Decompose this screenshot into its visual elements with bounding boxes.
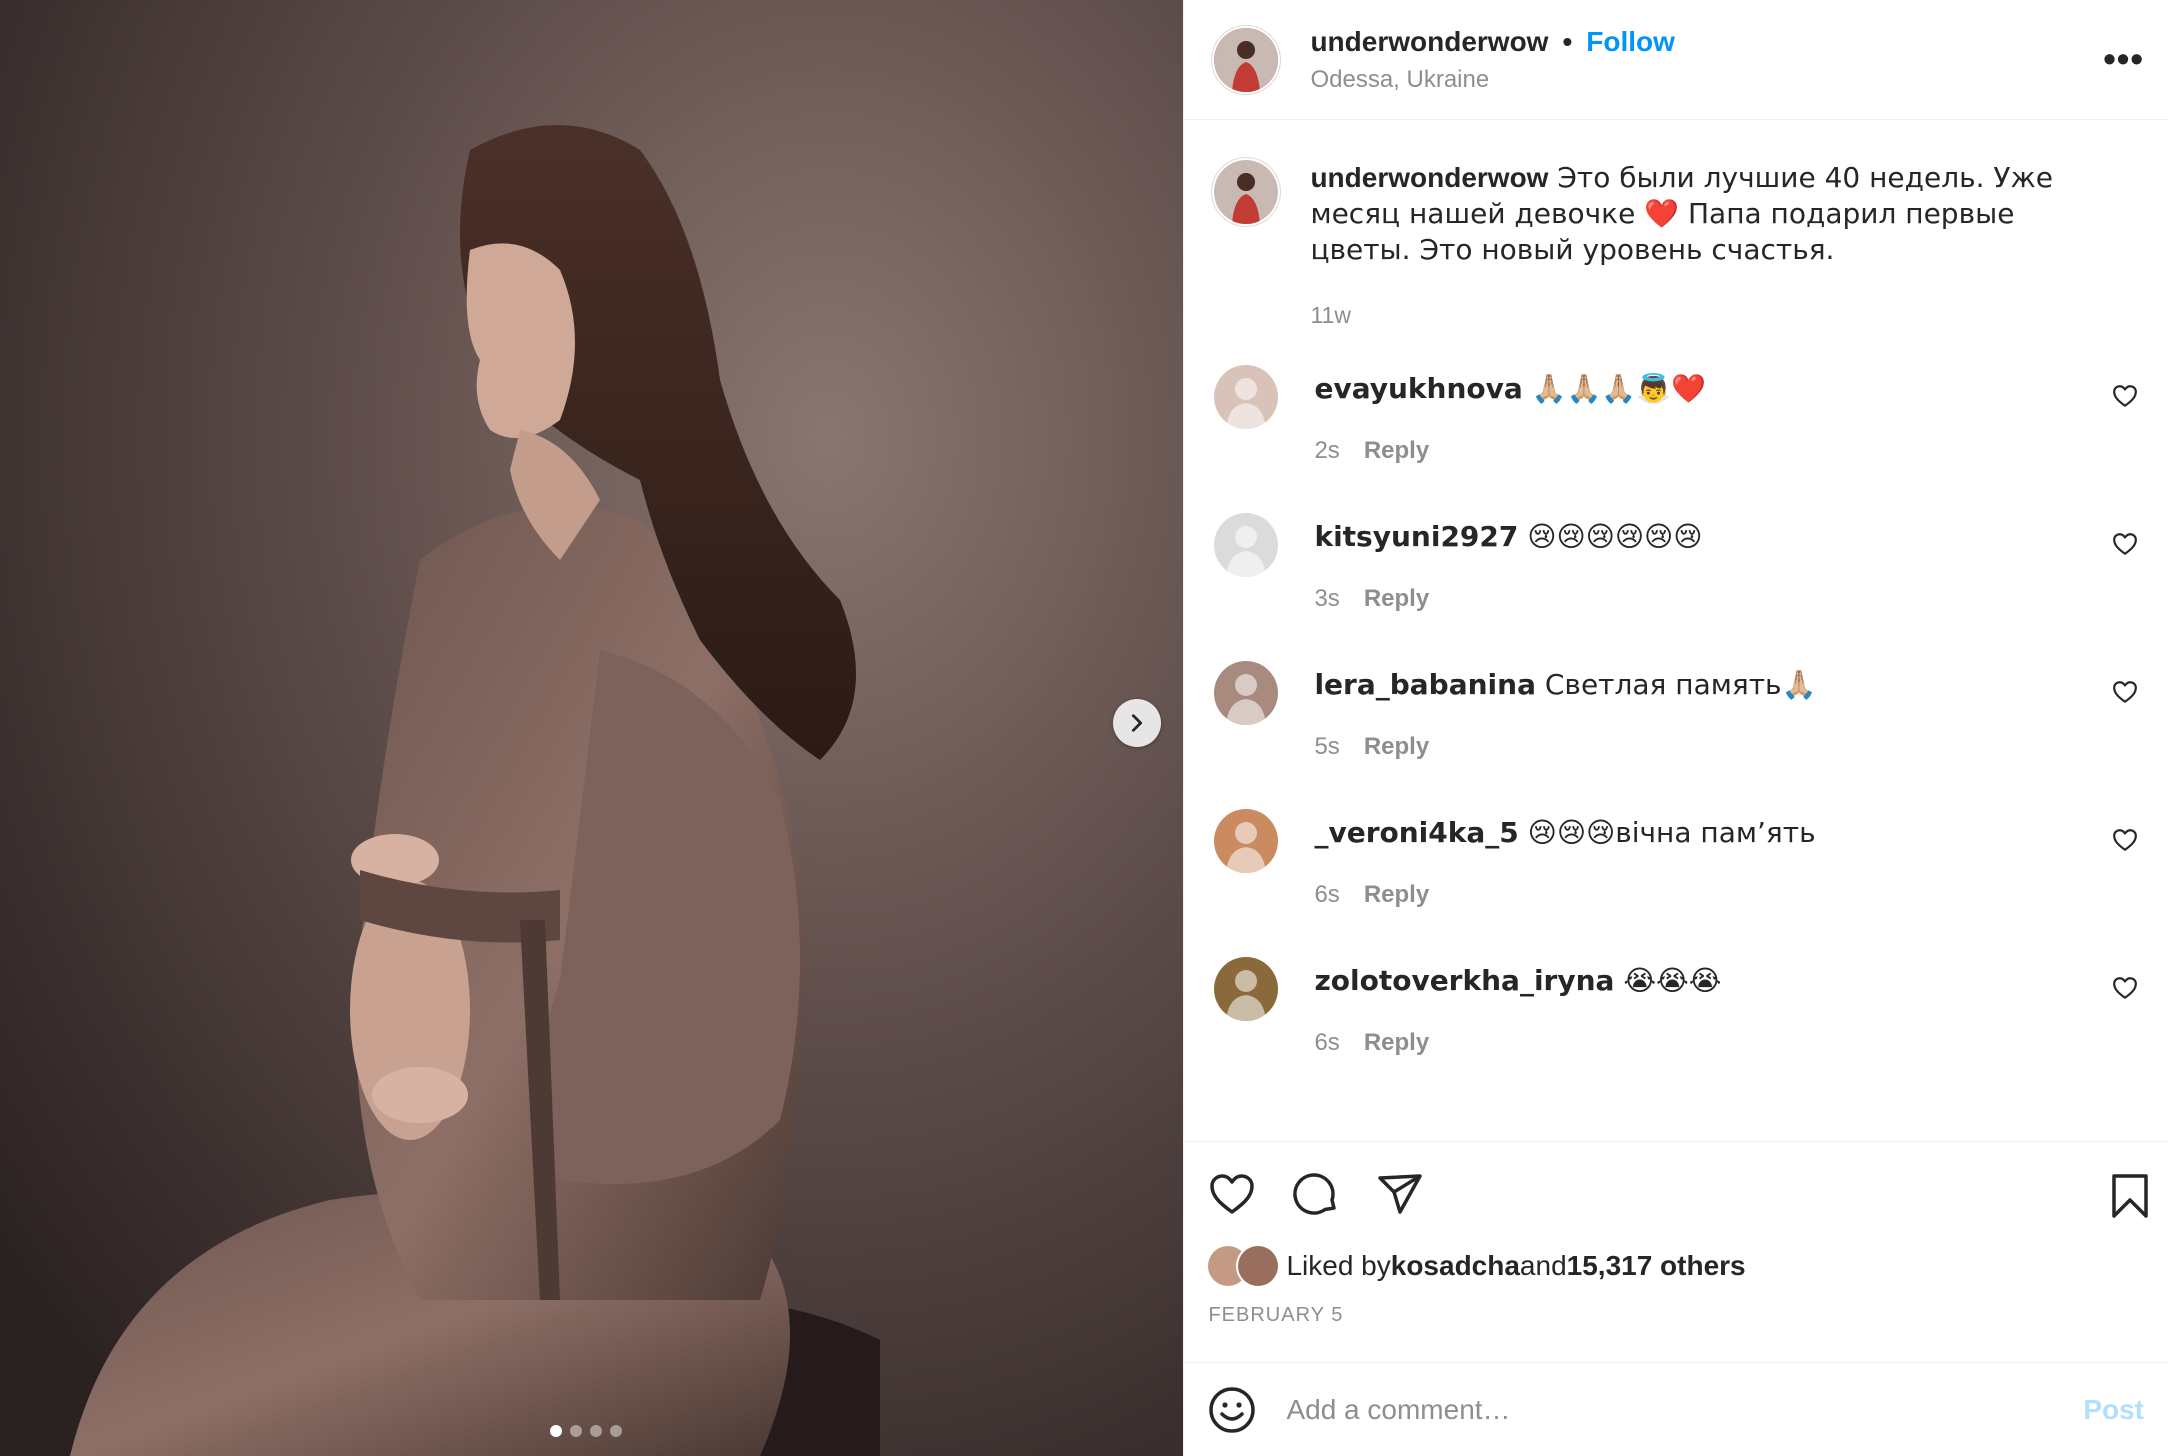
post-date[interactable]: FEBRUARY 5 [1184,1286,2168,1327]
caption-age[interactable]: 11w [1310,302,2120,329]
comment-item: _veroni4ka_5 😢😢😢вічна пам’ять 6s Reply [1214,809,2138,957]
instagram-post-view: underwonderwow • Follow Odessa, Ukraine … [0,0,2168,1456]
share-icon [1378,1174,1423,1214]
heart-icon [2113,385,2137,407]
add-comment-bar: Post [1184,1362,2168,1456]
comment-item: lera_babanina Светлая память🙏🏼 5s Reply [1214,661,2138,809]
post-location[interactable]: Odessa, Ukraine [1310,66,1674,94]
comment-like-button[interactable] [2112,531,2138,562]
likes-summary: Liked by kosadcha and 15,317 others [1184,1218,2168,1286]
emoji-picker-button[interactable] [1208,1386,1256,1434]
bookmark-button[interactable] [2110,1172,2150,1225]
comment-text: 🙏🏼🙏🏼🙏🏼👼❤️ [1522,372,1707,405]
header-separator: • [1562,25,1573,57]
avatar-person-icon [1214,160,1279,224]
commenter-username[interactable]: _veroni4ka_5 [1314,816,1518,849]
author-username[interactable]: underwonderwow [1310,26,1548,58]
comments-list[interactable]: underwonderwow Это были лучшие 40 недель… [1184,120,2168,1141]
likes-user[interactable]: kosadcha [1391,1250,1520,1282]
post-header: underwonderwow • Follow Odessa, Ukraine … [1184,0,2168,120]
carousel-dot-active [550,1425,562,1437]
share-button[interactable] [1376,1170,1424,1218]
commenter-avatar[interactable] [1214,957,1279,1021]
heart-icon [2113,829,2137,851]
reply-button[interactable]: Reply [1364,585,1429,613]
likes-conjunction: and [1519,1250,1567,1281]
heart-icon [2113,533,2137,555]
comment-age[interactable]: 3s [1314,585,1339,613]
follow-button[interactable]: Follow [1586,26,1675,58]
comment-age[interactable]: 5s [1314,733,1339,761]
comment-text: 😢😢😢вічна пам’ять [1518,816,1816,849]
avatar-person-icon [1226,674,1267,725]
caption-author-avatar[interactable] [1214,160,1279,224]
comment-rows: evayukhnova 🙏🏼🙏🏼🙏🏼👼❤️ 2s Reply kitsyuni2927… [1214,365,2138,1105]
comment-text: 😭😭😭 [1614,964,1722,997]
reply-button[interactable]: Reply [1364,881,1429,909]
comment-age[interactable]: 6s [1314,1029,1339,1057]
avatar-person-icon [1226,378,1267,429]
comment-like-button[interactable] [2112,679,2138,710]
avatar-person-icon [1226,526,1267,577]
comment-age[interactable]: 2s [1314,437,1339,465]
commenter-avatar[interactable] [1214,513,1279,577]
comment-item: zolotoverkha_iryna 😭😭😭 6s Reply [1214,957,2138,1105]
likes-prefix: Liked by [1286,1250,1391,1281]
comment-text: Светлая память🙏🏼 [1535,668,1817,701]
more-options-icon[interactable]: ••• [2103,38,2144,80]
commenter-username[interactable]: kitsyuni2927 [1314,520,1518,553]
commenter-username[interactable]: lera_babanina [1314,668,1536,701]
commenter-username[interactable]: zolotoverkha_iryna [1314,964,1614,997]
chevron-right-icon [1131,714,1143,732]
portrait-photo-illustration [0,0,1184,1456]
post-comment-button[interactable]: Post [2083,1394,2144,1426]
avatar-person-icon [1214,27,1279,92]
comment-item: kitsyuni2927 😢😢😢😢😢😢 3s Reply [1214,513,2138,661]
comment-input[interactable] [1284,1392,2084,1427]
comment-age[interactable]: 6s [1314,881,1339,909]
carousel-dot [610,1425,622,1437]
bookmark-icon [2112,1174,2148,1218]
post-actions-footer: Liked by kosadcha and 15,317 others FEBR… [1184,1141,2168,1362]
likes-others[interactable]: 15,317 others [1567,1250,1746,1282]
comment-like-button[interactable] [2112,383,2138,414]
avatar-person-icon [1226,970,1267,1021]
commenter-avatar[interactable] [1214,365,1279,429]
comment-button[interactable] [1292,1170,1340,1218]
carousel-indicator [550,1425,622,1437]
carousel-dot [590,1425,602,1437]
reply-button[interactable]: Reply [1364,437,1429,465]
next-photo-button[interactable] [1113,699,1161,747]
comment-text: 😢😢😢😢😢😢 [1518,520,1703,553]
author-avatar[interactable] [1214,27,1279,92]
avatar-person-icon [1226,822,1267,873]
caption-username[interactable]: underwonderwow [1310,162,1548,193]
liker-avatar [1238,1246,1279,1286]
heart-icon [1210,1174,1255,1214]
comment-icon [1293,1173,1337,1215]
post-caption: underwonderwow Это были лучшие 40 недель… [1214,160,2138,329]
reply-button[interactable]: Reply [1364,1029,1429,1057]
heart-icon [2113,681,2137,703]
comment-like-button[interactable] [2112,975,2138,1006]
carousel-dot [570,1425,582,1437]
emoji-icon [1209,1386,1256,1433]
commenter-avatar[interactable] [1214,661,1279,725]
comment-item: evayukhnova 🙏🏼🙏🏼🙏🏼👼❤️ 2s Reply [1214,365,2138,513]
like-button[interactable] [1208,1170,1256,1218]
commenter-username[interactable]: evayukhnova [1314,372,1522,405]
commenter-avatar[interactable] [1214,809,1279,873]
post-photo[interactable] [0,0,1184,1456]
comment-like-button[interactable] [2112,827,2138,858]
reply-button[interactable]: Reply [1364,733,1429,761]
heart-icon [2113,977,2137,999]
post-side-panel: underwonderwow • Follow Odessa, Ukraine … [1183,0,2168,1456]
